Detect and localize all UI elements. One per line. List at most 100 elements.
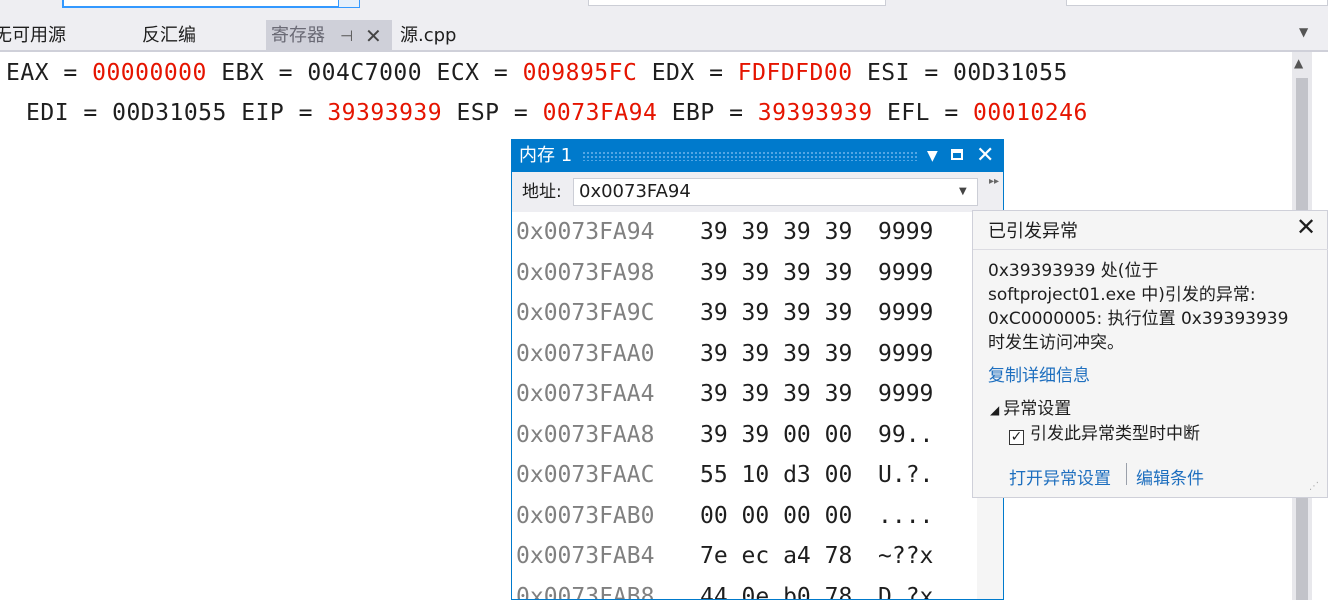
address-label: 地址: [522,182,562,202]
toolbar-combo-2[interactable] [588,0,886,6]
tab-no-source[interactable]: 无可用源 [0,18,66,50]
memory-bytes: 44 0e b0 78 [700,583,853,600]
memory-bytes: 39 39 39 39 [700,340,853,367]
register-value[interactable]: 009895FC [523,60,638,86]
memory-row[interactable]: 0x0073FAA0 39 39 39 39 9999 [512,334,974,374]
memory-bytes: 39 39 39 39 [700,300,853,326]
register-value[interactable]: 004C7000 [307,60,422,86]
memory-address: 0x0073FA94 [516,219,655,245]
register-value[interactable]: 00D31055 [953,60,1068,86]
memory-ascii: 9999 [878,300,934,326]
register-equals: = [69,100,113,126]
address-input[interactable]: 0x0073FA94 [573,178,978,206]
collapse-triangle-icon: ◢ [990,403,1000,417]
chevron-down-icon[interactable]: ▼ [959,178,967,206]
chevron-down-icon[interactable]: ▼ [1299,25,1308,39]
memory-address: 0x0073FAA8 [516,421,655,448]
toolbar-combo-1[interactable] [62,0,358,8]
toolbar-combo-3[interactable] [1066,0,1328,6]
exception-title: 已引发异常 [988,221,1078,242]
register-equals: = [479,60,523,86]
register-equals: = [499,100,543,126]
resize-grip-icon[interactable]: ⋰ [1309,481,1319,492]
register-equals: = [284,100,328,126]
register-name: EDI [26,100,70,126]
exception-settings-header: 异常设置 [1003,399,1072,419]
maximize-icon[interactable] [951,149,963,160]
tab-disassembly[interactable]: 反汇编 [142,18,196,50]
memory-address: 0x0073FAAC [516,462,655,488]
memory-row[interactable]: 0x0073FAA8 39 39 00 00 99.. [512,415,974,455]
memory-window: 内存 1 ▼ ✕ 地址: 0x0073FA94 ▼ ▸▸ 0x0073FA94 3… [511,139,1004,600]
memory-address: 0x0073FAB4 [516,543,655,569]
close-icon[interactable]: ✕ [976,140,994,172]
register-name: EAX [6,60,50,86]
memory-row[interactable]: 0x0073FA9C 39 39 39 39 9999 [512,293,974,333]
memory-bytes: 7e ec a4 78 [700,543,853,569]
memory-ascii: D.?x [878,583,934,600]
register-line-2: EDI = 00D31055 EIP = 39393939 ESP = 0073… [26,100,1088,126]
register-equals: = [929,100,974,126]
memory-ascii: ~??x [878,543,934,569]
register-equals: = [909,60,954,86]
toolbar-combo-1-button[interactable] [338,0,360,8]
memory-address: 0x0073FAB8 [516,583,655,600]
document-tab-strip [0,18,1328,50]
register-value[interactable]: 00000000 [92,60,207,86]
exception-message: 0x39393939 处(位于 softproject01.exe 中)引发的异… [988,261,1289,353]
memory-address: 0x0073FAA4 [516,381,655,407]
register-name: EBX [221,60,265,86]
window-menu-icon[interactable]: ▼ [927,140,938,172]
tab-registers-label: 寄存器 [271,25,325,46]
memory-bytes: 39 39 00 00 [700,421,853,448]
memory-address: 0x0073FAB0 [516,502,655,529]
memory-row[interactable]: 0x0073FAB4 7e ec a4 78 ~??x [512,536,974,576]
close-icon[interactable]: ✕ [1296,213,1316,241]
copy-details-link[interactable]: 复制详细信息 [988,361,1090,386]
register-name: EBP [671,100,715,126]
memory-window-title: 内存 1 [519,145,573,166]
memory-toolbar: 地址: 0x0073FA94 ▼ ▸▸ [512,172,1003,212]
memory-row[interactable]: 0x0073FAB0 00 00 00 00.... [512,496,974,536]
pin-icon[interactable]: ⊣ [340,20,353,52]
scroll-up-icon[interactable]: ▲ [1294,56,1303,70]
memory-row[interactable]: 0x0073FAAC 55 10 d3 00 U.?. [512,455,974,495]
memory-window-titlebar[interactable]: 内存 1 ▼ ✕ [512,140,1003,172]
register-equals: = [49,60,93,86]
titlebar-grip[interactable] [582,151,917,161]
memory-address: 0x0073FAA0 [516,340,655,367]
memory-address: 0x0073FA9C [516,300,655,326]
register-equals: = [694,60,738,86]
tab-source-cpp[interactable]: 源.cpp [400,18,456,50]
exception-popup: 已引发异常 ✕ 0x39393939 处(位于 softproject01.ex… [972,210,1328,498]
register-value[interactable]: 0073FA94 [543,100,658,126]
memory-row[interactable]: 0x0073FA98 39 39 39 39 9999 [512,253,974,293]
break-on-exception-checkbox[interactable]: ✓ [1009,430,1024,445]
link-separator [1126,463,1127,485]
tab-strip-divider [0,50,1328,52]
tab-registers[interactable]: 寄存器 ⊣ ✕ [266,20,392,50]
register-equals: = [714,100,758,126]
memory-bytes: 00 00 00 00 [700,502,853,529]
memory-ascii: 9999 [878,219,934,245]
memory-row[interactable]: 0x0073FAB8 44 0e b0 78 D.?x [512,577,974,600]
register-value[interactable]: 39393939 [327,100,442,126]
break-on-exception-row: ✓ 引发此异常类型时中断 [1009,419,1200,445]
register-name: ESI [866,60,910,86]
overflow-icon[interactable]: ▸▸ [989,176,999,187]
register-value[interactable]: 00D31055 [112,100,227,126]
register-value[interactable]: 39393939 [758,100,873,126]
memory-ascii: 9999 [878,340,934,367]
break-on-exception-label[interactable]: 引发此异常类型时中断 [1030,424,1200,444]
open-exception-settings-link[interactable]: 打开异常设置 [1009,464,1111,489]
memory-bytes: 55 10 d3 00 [700,462,853,488]
register-value[interactable]: 00010246 [973,100,1088,126]
memory-row[interactable]: 0x0073FA94 39 39 39 39 9999 [512,212,974,252]
register-value[interactable]: FDFDFD00 [738,60,853,86]
edit-conditions-link[interactable]: 编辑条件 [1136,464,1204,489]
exception-settings-toggle[interactable]: ◢ 异常设置 [990,394,1071,419]
memory-row[interactable]: 0x0073FAA4 39 39 39 39 9999 [512,374,974,414]
register-equals: = [264,60,308,86]
memory-ascii: U.?. [878,462,934,488]
close-icon[interactable]: ✕ [365,20,382,52]
